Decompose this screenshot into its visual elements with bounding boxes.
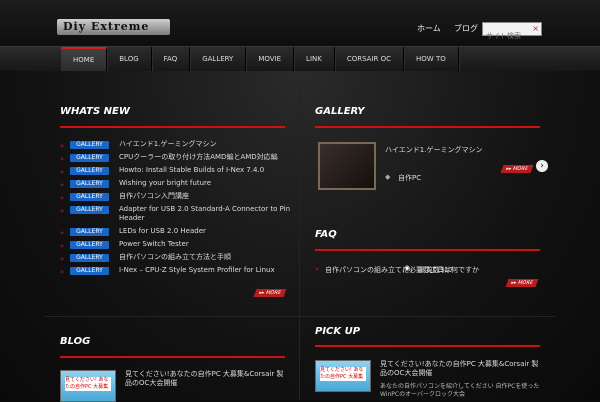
nav-link[interactable]: LINK bbox=[294, 47, 335, 71]
whats-new-title: WHATS NEW bbox=[60, 106, 130, 117]
news-text[interactable]: Wishing your bright future bbox=[119, 179, 293, 188]
news-text[interactable]: CPUクーラーの取り付け方法AMD編とAMD対応編 bbox=[119, 153, 293, 162]
whats-new-more-button[interactable]: ▸▸ MORE bbox=[253, 289, 287, 297]
next-arrow-icon[interactable]: › bbox=[536, 160, 548, 172]
news-tag[interactable]: GALLERY bbox=[70, 267, 109, 275]
pickup-title: PICK UP bbox=[315, 326, 361, 337]
bullet-icon: » bbox=[60, 242, 65, 250]
bullet-icon: » bbox=[60, 155, 65, 163]
faq-item-text[interactable]: 自作パソコンの組み立てに必要な工具は何ですか bbox=[325, 265, 479, 275]
search-clear-icon[interactable]: × bbox=[532, 23, 539, 35]
bullet-icon: » bbox=[60, 181, 65, 189]
gallery-title: GALLERY bbox=[315, 106, 365, 117]
news-text[interactable]: 自作パソコンの組み立て方法と手順 bbox=[119, 253, 293, 262]
blog-rule bbox=[60, 356, 285, 358]
news-tag[interactable]: GALLERY bbox=[70, 241, 109, 249]
nav-home[interactable]: HOME bbox=[61, 47, 108, 73]
column-divider bbox=[299, 85, 300, 400]
faq-rule bbox=[315, 249, 540, 251]
bullet-icon: » bbox=[60, 268, 65, 276]
gallery-more-button[interactable]: ▸▸ MORE bbox=[500, 165, 534, 173]
news-tag[interactable]: GALLERY bbox=[70, 167, 109, 175]
pickup-thumbnail[interactable]: 見てください! あなたの自作PC 大募集 bbox=[315, 360, 371, 392]
tag-icon: ◆ bbox=[385, 173, 391, 181]
news-tag[interactable]: GALLERY bbox=[70, 206, 109, 214]
pickup-thumb-caption: 見てください! あなたの自作PC 大募集 bbox=[320, 367, 366, 381]
main-nav: HOME BLOG FAQ GALLERY MOVIE LINK CORSAIR… bbox=[0, 46, 600, 73]
faq-title: FAQ bbox=[315, 229, 337, 240]
bullet-icon: » bbox=[60, 229, 65, 237]
news-tag[interactable]: GALLERY bbox=[70, 180, 109, 188]
news-text[interactable]: ハイエンド1.ゲーミングマシン bbox=[119, 140, 293, 149]
logo-text: Diy Extreme bbox=[63, 20, 150, 33]
site-header: Diy Extreme ホーム ブログ × bbox=[0, 0, 600, 46]
pickup-item-title[interactable]: 見てください!あなたの自作PC 大募集&Corsair 製品のOC大会開催 bbox=[380, 360, 540, 378]
nav-faq[interactable]: FAQ bbox=[152, 47, 191, 71]
search-box: × bbox=[482, 22, 542, 42]
blog-thumb-caption: 見てください! あなたの自作PC 大募集 bbox=[65, 377, 111, 391]
nav-gallery[interactable]: GALLERY bbox=[190, 47, 247, 71]
eye-icon: ◉ bbox=[404, 264, 411, 272]
whats-new-rule bbox=[60, 126, 285, 128]
news-text[interactable]: Adapter for USB 2.0 Standard-A Connector… bbox=[119, 205, 293, 223]
pickup-rule bbox=[315, 345, 540, 347]
nav-movie[interactable]: MOVIE bbox=[246, 47, 295, 71]
news-text[interactable]: 自作パソコン入門講座 bbox=[119, 192, 293, 201]
gallery-thumbnail[interactable] bbox=[318, 142, 376, 190]
blog-title: BLOG bbox=[60, 336, 91, 347]
gallery-category[interactable]: 自作PC bbox=[398, 173, 421, 183]
header-link-blog[interactable]: ブログ bbox=[454, 23, 478, 34]
news-tag[interactable]: GALLERY bbox=[70, 193, 109, 201]
site-logo[interactable]: Diy Extreme bbox=[57, 19, 170, 35]
nav-corsair-oc[interactable]: CORSAIR OC bbox=[335, 47, 405, 71]
news-tag[interactable]: GALLERY bbox=[70, 228, 109, 236]
news-tag[interactable]: GALLERY bbox=[70, 254, 109, 262]
search-input[interactable] bbox=[483, 30, 530, 42]
bullet-icon: » bbox=[60, 168, 65, 176]
news-tag[interactable]: GALLERY bbox=[70, 141, 109, 149]
header-link-home[interactable]: ホーム bbox=[417, 23, 441, 34]
news-tag[interactable]: GALLERY bbox=[70, 154, 109, 162]
blog-thumbnail[interactable]: 見てください! あなたの自作PC 大募集 bbox=[60, 370, 116, 402]
faq-views: 閲覧数317 bbox=[419, 266, 454, 274]
bullet-icon: » bbox=[60, 207, 65, 215]
row-divider bbox=[45, 316, 555, 317]
faq-more-button[interactable]: ▸▸ MORE bbox=[505, 279, 539, 287]
news-text[interactable]: Howto: Install Stable Builds of I-Nex 7.… bbox=[119, 166, 293, 175]
nav-how-to[interactable]: HOW TO bbox=[404, 47, 459, 71]
news-text[interactable]: Power Switch Tester bbox=[119, 240, 293, 249]
gallery-rule bbox=[315, 126, 540, 128]
bullet-icon: » bbox=[60, 255, 65, 263]
gallery-item-title[interactable]: ハイエンド1.ゲーミングマシン bbox=[385, 145, 482, 155]
nav-blog[interactable]: BLOG bbox=[107, 47, 152, 71]
bullet-icon: » bbox=[60, 194, 65, 202]
bullet-icon: » bbox=[315, 265, 320, 273]
pickup-item-summary: あなたの自作パソコンを紹介してください 自作PCを使ったWinPCのオーバークロ… bbox=[380, 383, 540, 398]
news-text[interactable]: LEDs for USB 2.0 Header bbox=[119, 227, 293, 236]
news-text[interactable]: I-Nex – CPU-Z Style System Profiler for … bbox=[119, 266, 293, 275]
blog-item-title[interactable]: 見てください!あなたの自作PC 大募集&Corsair 製品のOC大会開催 bbox=[125, 370, 285, 388]
bullet-icon: » bbox=[60, 142, 65, 150]
